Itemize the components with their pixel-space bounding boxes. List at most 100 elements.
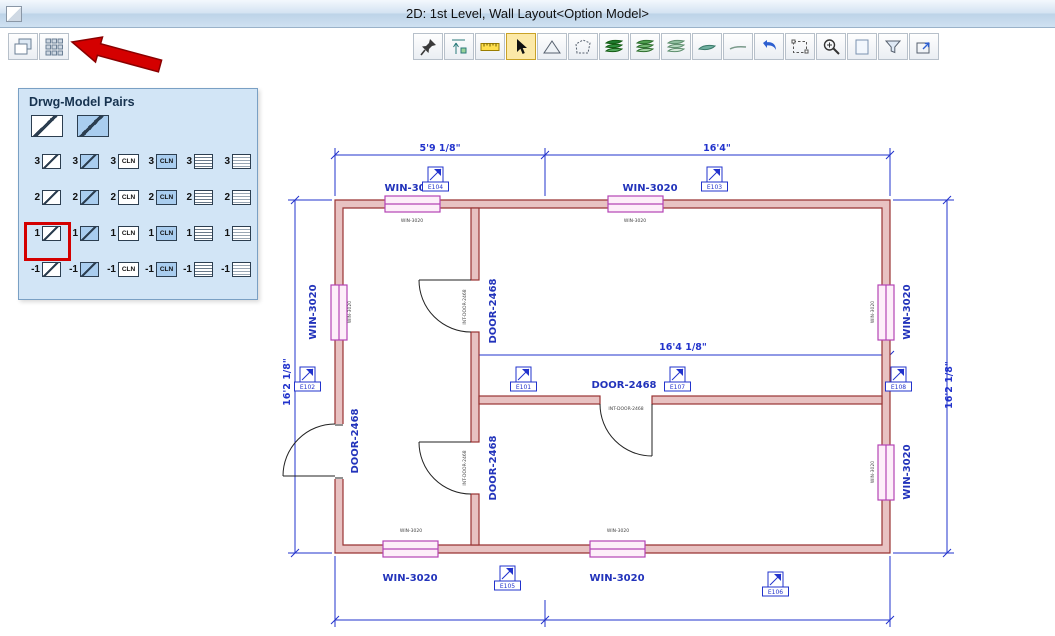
symbol-e101: E101 — [511, 367, 537, 391]
layers-dense-icon — [604, 37, 624, 57]
svg-text:WIN-3020: WIN-3020 — [607, 528, 629, 534]
send-to-view-button[interactable] — [909, 33, 939, 60]
pin-icon — [418, 37, 438, 57]
door-label: DOOR-2468 — [488, 435, 499, 500]
cln-icon: CLN — [118, 190, 139, 205]
model-header-icon[interactable] — [77, 115, 109, 137]
layers-dense-button[interactable] — [599, 33, 629, 60]
win-label: WIN-3020 — [382, 573, 437, 584]
zoom-in-icon — [821, 37, 841, 57]
dim-right: 16'2 1/8" — [944, 361, 955, 409]
triangle-button[interactable] — [537, 33, 567, 60]
door-label: DOOR-2468 — [350, 408, 361, 473]
pair-cell[interactable]: 2 — [219, 190, 254, 205]
selection-box-icon — [790, 37, 810, 57]
pair-cell[interactable]: 1CLN — [105, 226, 140, 241]
model-icon — [80, 226, 99, 241]
pair-cell[interactable]: 1 — [219, 226, 254, 241]
pair-cell[interactable]: 3 — [219, 154, 254, 169]
dim-top-left: 5'9 1/8" — [419, 143, 460, 154]
cln-icon: CLN — [118, 226, 139, 241]
pin-button[interactable] — [413, 33, 443, 60]
fence-button[interactable] — [568, 33, 598, 60]
pair-cell[interactable]: 2 — [67, 190, 102, 205]
page-icon — [852, 37, 872, 57]
model-icon — [80, 154, 99, 169]
symbol-e104: E104 — [423, 167, 449, 191]
symbol-e107: E107 — [665, 367, 691, 391]
symbol-e103: E103 — [702, 167, 728, 191]
win-label: WIN-3020 — [308, 284, 319, 339]
drawing-icon — [42, 154, 61, 169]
pair-cell[interactable]: -1CLN — [143, 262, 178, 277]
undo-button[interactable] — [754, 33, 784, 60]
send-to-view-icon — [914, 37, 934, 57]
pair-cell[interactable]: 2 — [29, 190, 64, 205]
zoom-in-button[interactable] — [816, 33, 846, 60]
svg-text:E103: E103 — [707, 184, 722, 191]
drawing-header-icon[interactable] — [31, 115, 63, 137]
layers-list-icon — [194, 226, 213, 241]
page-button[interactable] — [847, 33, 877, 60]
selection-handles-button[interactable] — [785, 33, 815, 60]
pair-cell[interactable]: -1 — [67, 262, 102, 277]
pair-cell[interactable]: 3CLN — [105, 154, 140, 169]
pair-cell[interactable]: 3 — [181, 154, 216, 169]
layers-light-button[interactable] — [661, 33, 691, 60]
pair-cell[interactable]: 3 — [67, 154, 102, 169]
pair-cell[interactable]: 1 — [67, 226, 102, 241]
svg-text:WIN-3020: WIN-3020 — [870, 461, 876, 483]
layers-list-light-icon — [232, 190, 251, 205]
select-button[interactable] — [506, 33, 536, 60]
undo-icon — [759, 37, 779, 57]
cln-blue-icon: CLN — [156, 154, 177, 169]
symbol-e105: E105 — [495, 566, 521, 590]
layers-medium-button[interactable] — [630, 33, 660, 60]
pair-cell[interactable]: 2CLN — [143, 190, 178, 205]
cascade-pairs-button[interactable] — [8, 33, 38, 60]
fence-icon — [573, 37, 593, 57]
pair-cell[interactable]: -1 — [181, 262, 216, 277]
svg-text:E105: E105 — [500, 583, 515, 590]
svg-text:E104: E104 — [428, 184, 443, 191]
layers-list-icon — [194, 154, 213, 169]
drawing-icon — [42, 262, 61, 277]
pair-cell[interactable]: -1 — [219, 262, 254, 277]
layers-list-light-icon — [232, 262, 251, 277]
filter-button[interactable] — [878, 33, 908, 60]
layer-single-button[interactable] — [692, 33, 722, 60]
pair-cell[interactable]: 1CLN — [143, 226, 178, 241]
door-label: DOOR-2468 — [488, 278, 499, 343]
tiny-annotations: WIN-3020 WIN-3020 WIN-3020 WIN-3020 WIN-… — [347, 218, 876, 534]
measure-button[interactable] — [475, 33, 505, 60]
triangle-icon — [542, 37, 562, 57]
pair-row-3: 3 3 3CLN 3CLN 3 3 — [29, 147, 254, 175]
toolbar — [0, 28, 1055, 66]
palette-title: Drwg-Model Pairs — [29, 95, 135, 109]
svg-text:WIN-3020: WIN-3020 — [400, 528, 422, 534]
pair-cell[interactable]: 3 — [29, 154, 64, 169]
pair-cell[interactable]: 1 — [181, 226, 216, 241]
layer-thin-button[interactable] — [723, 33, 753, 60]
grid-view-button[interactable] — [39, 33, 69, 60]
drwg-model-pairs-palette[interactable]: Drwg-Model Pairs 3 3 3CLN 3CLN 3 3 2 2 2… — [18, 88, 258, 300]
win-label: WIN-3020 — [902, 444, 913, 499]
pair-cell[interactable]: 3CLN — [143, 154, 178, 169]
svg-text:WIN-3020: WIN-3020 — [870, 301, 876, 323]
win-label: WIN-3020 — [589, 573, 644, 584]
win-label: WIN-3020 — [622, 183, 677, 194]
svg-text:WIN-3020: WIN-3020 — [347, 301, 353, 323]
cln-icon: CLN — [118, 154, 139, 169]
vertical-reference-button[interactable] — [444, 33, 474, 60]
svg-text:WIN-3020: WIN-3020 — [624, 218, 646, 224]
pair-cell[interactable]: 2 — [181, 190, 216, 205]
cln-blue-icon: CLN — [156, 226, 177, 241]
vertical-reference-icon — [449, 37, 469, 57]
app-icon — [6, 6, 22, 22]
pair-cell[interactable]: -1CLN — [105, 262, 140, 277]
win-label: WIN-3020 — [902, 284, 913, 339]
dim-interior: 16'4 1/8" — [659, 342, 707, 353]
pair-cell[interactable]: -1 — [29, 262, 64, 277]
pair-cell[interactable]: 2CLN — [105, 190, 140, 205]
layers-medium-icon — [635, 37, 655, 57]
